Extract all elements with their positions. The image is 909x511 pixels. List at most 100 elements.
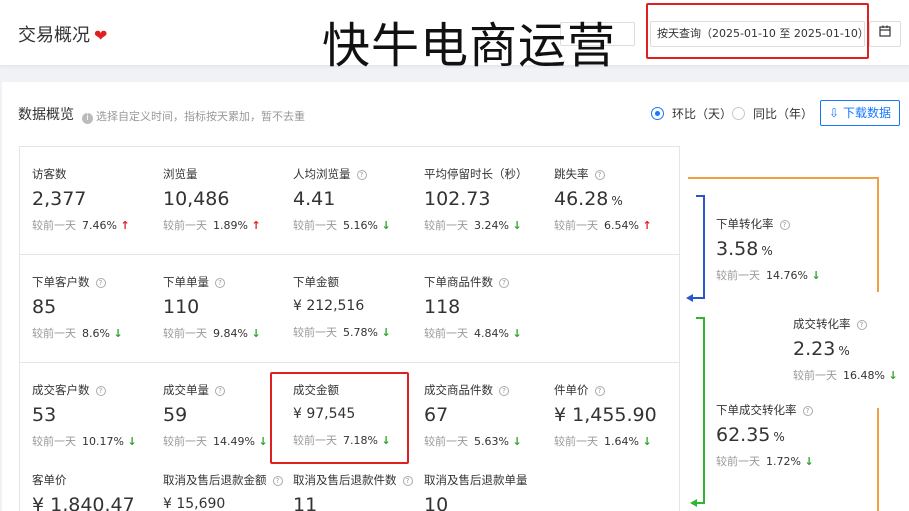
date-range-button[interactable]: 按天查询（2025-01-10 至 2025-01-10） [650, 21, 869, 47]
metric-compare: 较前一天 9.84% ↓ [163, 327, 261, 340]
download-button[interactable]: ⇩ 下载数据 [820, 100, 900, 126]
arrow-down-icon: ↓ [804, 455, 814, 468]
metric-card: 浏览量 10,486 较前一天 1.89% ↑ [163, 166, 293, 233]
metric-label: 成交商品件数? [424, 382, 554, 398]
help-icon[interactable]: ? [594, 170, 605, 180]
metric-compare: 较前一天 7.46% ↑ [32, 219, 130, 232]
row-divider [19, 254, 680, 255]
arrow-up-icon: ↑ [251, 219, 261, 232]
arrow-down-icon: ↓ [888, 369, 898, 382]
help-icon[interactable]: ? [402, 476, 413, 486]
top-header: 交易概况 ❤ 按天查询（2025-01-10 至 2025-01-10） 快牛电商… [0, 0, 909, 74]
metric-label: 浏览量 [163, 167, 198, 181]
heart-icon: ❤ [94, 26, 108, 45]
flow-label: 下单成交转化率? [716, 402, 846, 418]
arrow-down-icon: ↓ [642, 435, 652, 448]
help-icon[interactable]: ? [594, 386, 605, 396]
row-divider [19, 362, 680, 363]
arrow-down-icon: ↓ [251, 327, 261, 340]
arrow-down-icon: ↓ [512, 435, 522, 448]
metric-card: 下单单量? 110 较前一天 9.84% ↓ [163, 274, 293, 341]
flow-value: 62.35% [716, 424, 785, 446]
metric-compare: 较前一天 1.64% ↓ [554, 435, 652, 448]
overview-hint: i 选择自定义时间，指标按天累加，暂不去重 [82, 108, 305, 124]
arrow-down-icon: ↓ [811, 269, 821, 282]
radio-checked-icon [651, 107, 664, 120]
metric-label: 件单价? [554, 382, 684, 398]
metric-value: ¥ 15,690 [163, 496, 226, 511]
flow-compare: 较前一天 1.72% ↓ [716, 455, 814, 468]
help-icon[interactable]: ? [856, 320, 867, 330]
arrow-down-icon: ↓ [258, 435, 268, 448]
metric-card: 平均停留时长（秒） 102.73 较前一天 3.24% ↓ [424, 166, 554, 233]
help-icon[interactable]: ? [272, 476, 283, 486]
metric-value: 85 [32, 296, 57, 318]
flow-compare: 较前一天 16.48% ↓ [793, 369, 898, 382]
metric-label: 跳失率? [554, 166, 684, 182]
help-icon[interactable]: ? [779, 220, 790, 230]
metric-card: 下单金额 ¥ 212,516 较前一天 5.78% ↓ [293, 274, 423, 340]
flow-rate-card: 下单成交转化率? 62.35% 较前一天 1.72% ↓ [716, 402, 846, 469]
metric-label: 客单价 [32, 473, 67, 487]
metric-compare: 较前一天 8.6% ↓ [32, 327, 123, 340]
section-title: 数据概览 [18, 107, 74, 123]
metric-compare: 较前一天 5.78% ↓ [293, 326, 391, 339]
metric-card: 访客数 2,377 较前一天 7.46% ↑ [32, 166, 162, 233]
metric-label: 访客数 [32, 167, 67, 181]
metric-label: 平均停留时长（秒） [424, 167, 528, 181]
radio-day-compare[interactable]: 环比（天） [651, 105, 732, 122]
arrow-down-icon: ↓ [127, 435, 137, 448]
help-icon[interactable]: ? [215, 386, 225, 396]
flow-label: 下单转化率? [716, 216, 846, 232]
metric-card: 下单客户数? 85 较前一天 8.6% ↓ [32, 274, 162, 341]
metric-compare: 较前一天 6.54% ↑ [554, 219, 652, 232]
help-icon[interactable]: ? [499, 278, 509, 288]
metric-label: 取消及售后退款件数? [293, 472, 423, 488]
calendar-icon[interactable] [869, 21, 901, 47]
metric-compare: 较前一天 5.63% ↓ [424, 435, 522, 448]
metric-label: 下单客户数? [32, 274, 162, 290]
metric-label: 下单金额 [293, 275, 339, 289]
arrow-down-icon: ↓ [113, 327, 123, 340]
metric-label: 下单商品件数? [424, 274, 554, 290]
radio-year-compare[interactable]: 同比（年） [732, 105, 813, 122]
metric-compare: 较前一天 4.84% ↓ [424, 327, 522, 340]
help-icon[interactable]: ? [802, 406, 813, 416]
arrow-down-icon: ↓ [512, 327, 522, 340]
metric-card: 取消及售后退款金额? ¥ 15,690 [163, 472, 293, 511]
metric-card: 成交商品件数? 67 较前一天 5.63% ↓ [424, 382, 554, 449]
flow-rate-card: 下单转化率? 3.58% 较前一天 14.76% ↓ [716, 216, 846, 283]
arrow-down-icon: ↓ [381, 326, 391, 339]
flow-label: 成交转化率? [793, 316, 909, 332]
flow-line-green [696, 317, 705, 504]
metric-card: 人均浏览量? 4.41 较前一天 5.16% ↓ [293, 166, 423, 233]
help-icon[interactable]: ? [95, 386, 106, 396]
metric-label: 取消及售后退款单量 [424, 473, 528, 487]
metric-compare: 较前一天 1.89% ↑ [163, 219, 261, 232]
metric-label: 下单单量? [163, 274, 293, 290]
help-icon[interactable]: ? [215, 278, 225, 288]
help-icon[interactable]: ? [95, 278, 106, 288]
page-title: 交易概况 ❤ [18, 25, 108, 46]
help-icon[interactable]: ? [499, 386, 509, 396]
arrow-up-icon: ↑ [120, 219, 130, 232]
highlight-box [270, 372, 409, 464]
arrow-down-icon: ↓ [381, 219, 391, 232]
arrow-down-icon: ↓ [512, 219, 522, 232]
metric-card: 跳失率? 46.28% 较前一天 6.54% ↑ [554, 166, 684, 233]
metric-value: 10,486 [163, 188, 230, 210]
metric-card: 成交客户数? 53 较前一天 10.17% ↓ [32, 382, 162, 449]
arrow-left-green [690, 499, 697, 507]
metric-value: ¥ 212,516 [293, 298, 365, 314]
metric-value: 2,377 [32, 188, 87, 210]
metric-value: 4.41 [293, 188, 336, 210]
metric-card: 客单价 ¥ 1,840.47 [32, 472, 162, 511]
metric-value: 118 [424, 296, 461, 318]
help-icon[interactable]: ? [356, 170, 367, 180]
flow-value: 2.23% [793, 338, 850, 360]
metric-value: 10 [424, 494, 449, 511]
metric-label: 取消及售后退款金额? [163, 472, 293, 488]
radio-unchecked-icon [732, 107, 745, 120]
metric-value: 11 [293, 494, 318, 511]
metric-value: 102.73 [424, 188, 491, 210]
